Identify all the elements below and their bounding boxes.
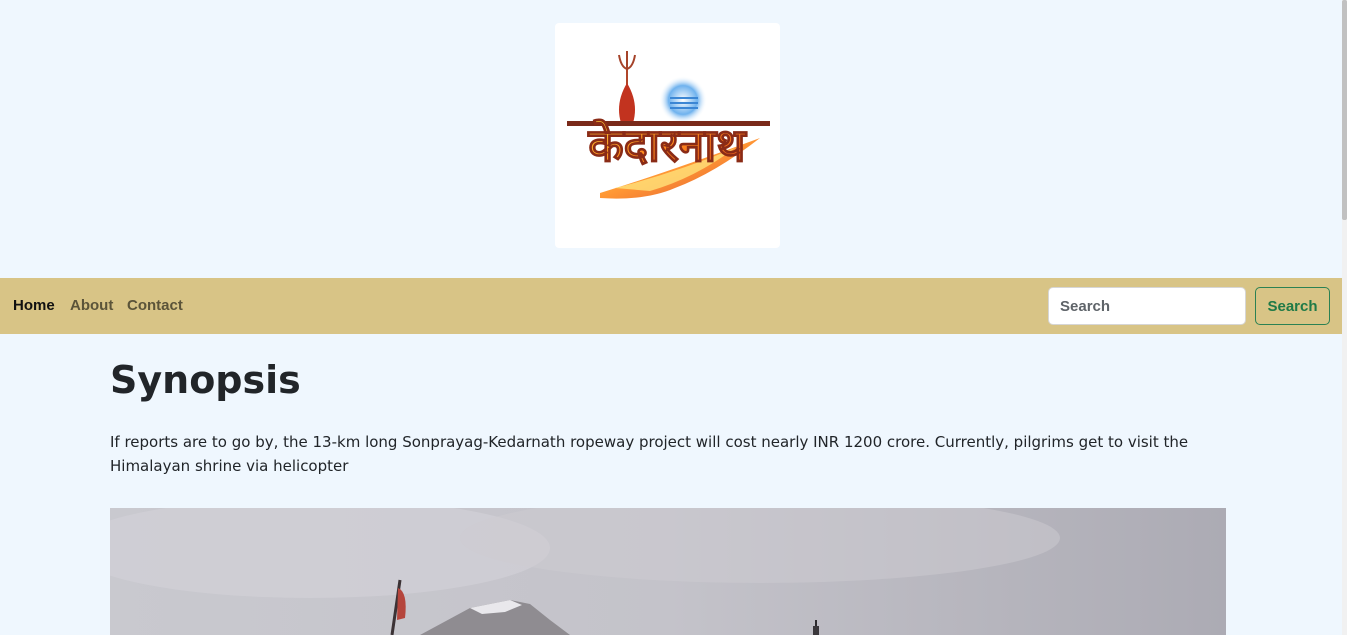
page-title: Synopsis [110, 358, 301, 402]
page: केदारनाथ Home About Contact Search Synop… [0, 0, 1342, 635]
nav-about-link[interactable]: About [70, 297, 113, 315]
kedarnath-logo-icon: केदारनाथ [567, 51, 770, 199]
site-logo[interactable]: केदारनाथ [555, 23, 780, 248]
search-button[interactable]: Search [1255, 287, 1330, 325]
nav-home-link[interactable]: Home [13, 297, 55, 315]
search-input[interactable] [1048, 287, 1246, 325]
kedarnath-temple-photo [110, 508, 1226, 635]
synopsis-paragraph: If reports are to go by, the 13-km long … [110, 433, 1189, 475]
svg-text:केदारनाथ: केदारनाथ [587, 118, 747, 172]
nav-contact-link[interactable]: Contact [127, 297, 183, 315]
scrollbar-thumb[interactable] [1342, 0, 1347, 220]
page-scrollbar[interactable] [1342, 0, 1347, 635]
